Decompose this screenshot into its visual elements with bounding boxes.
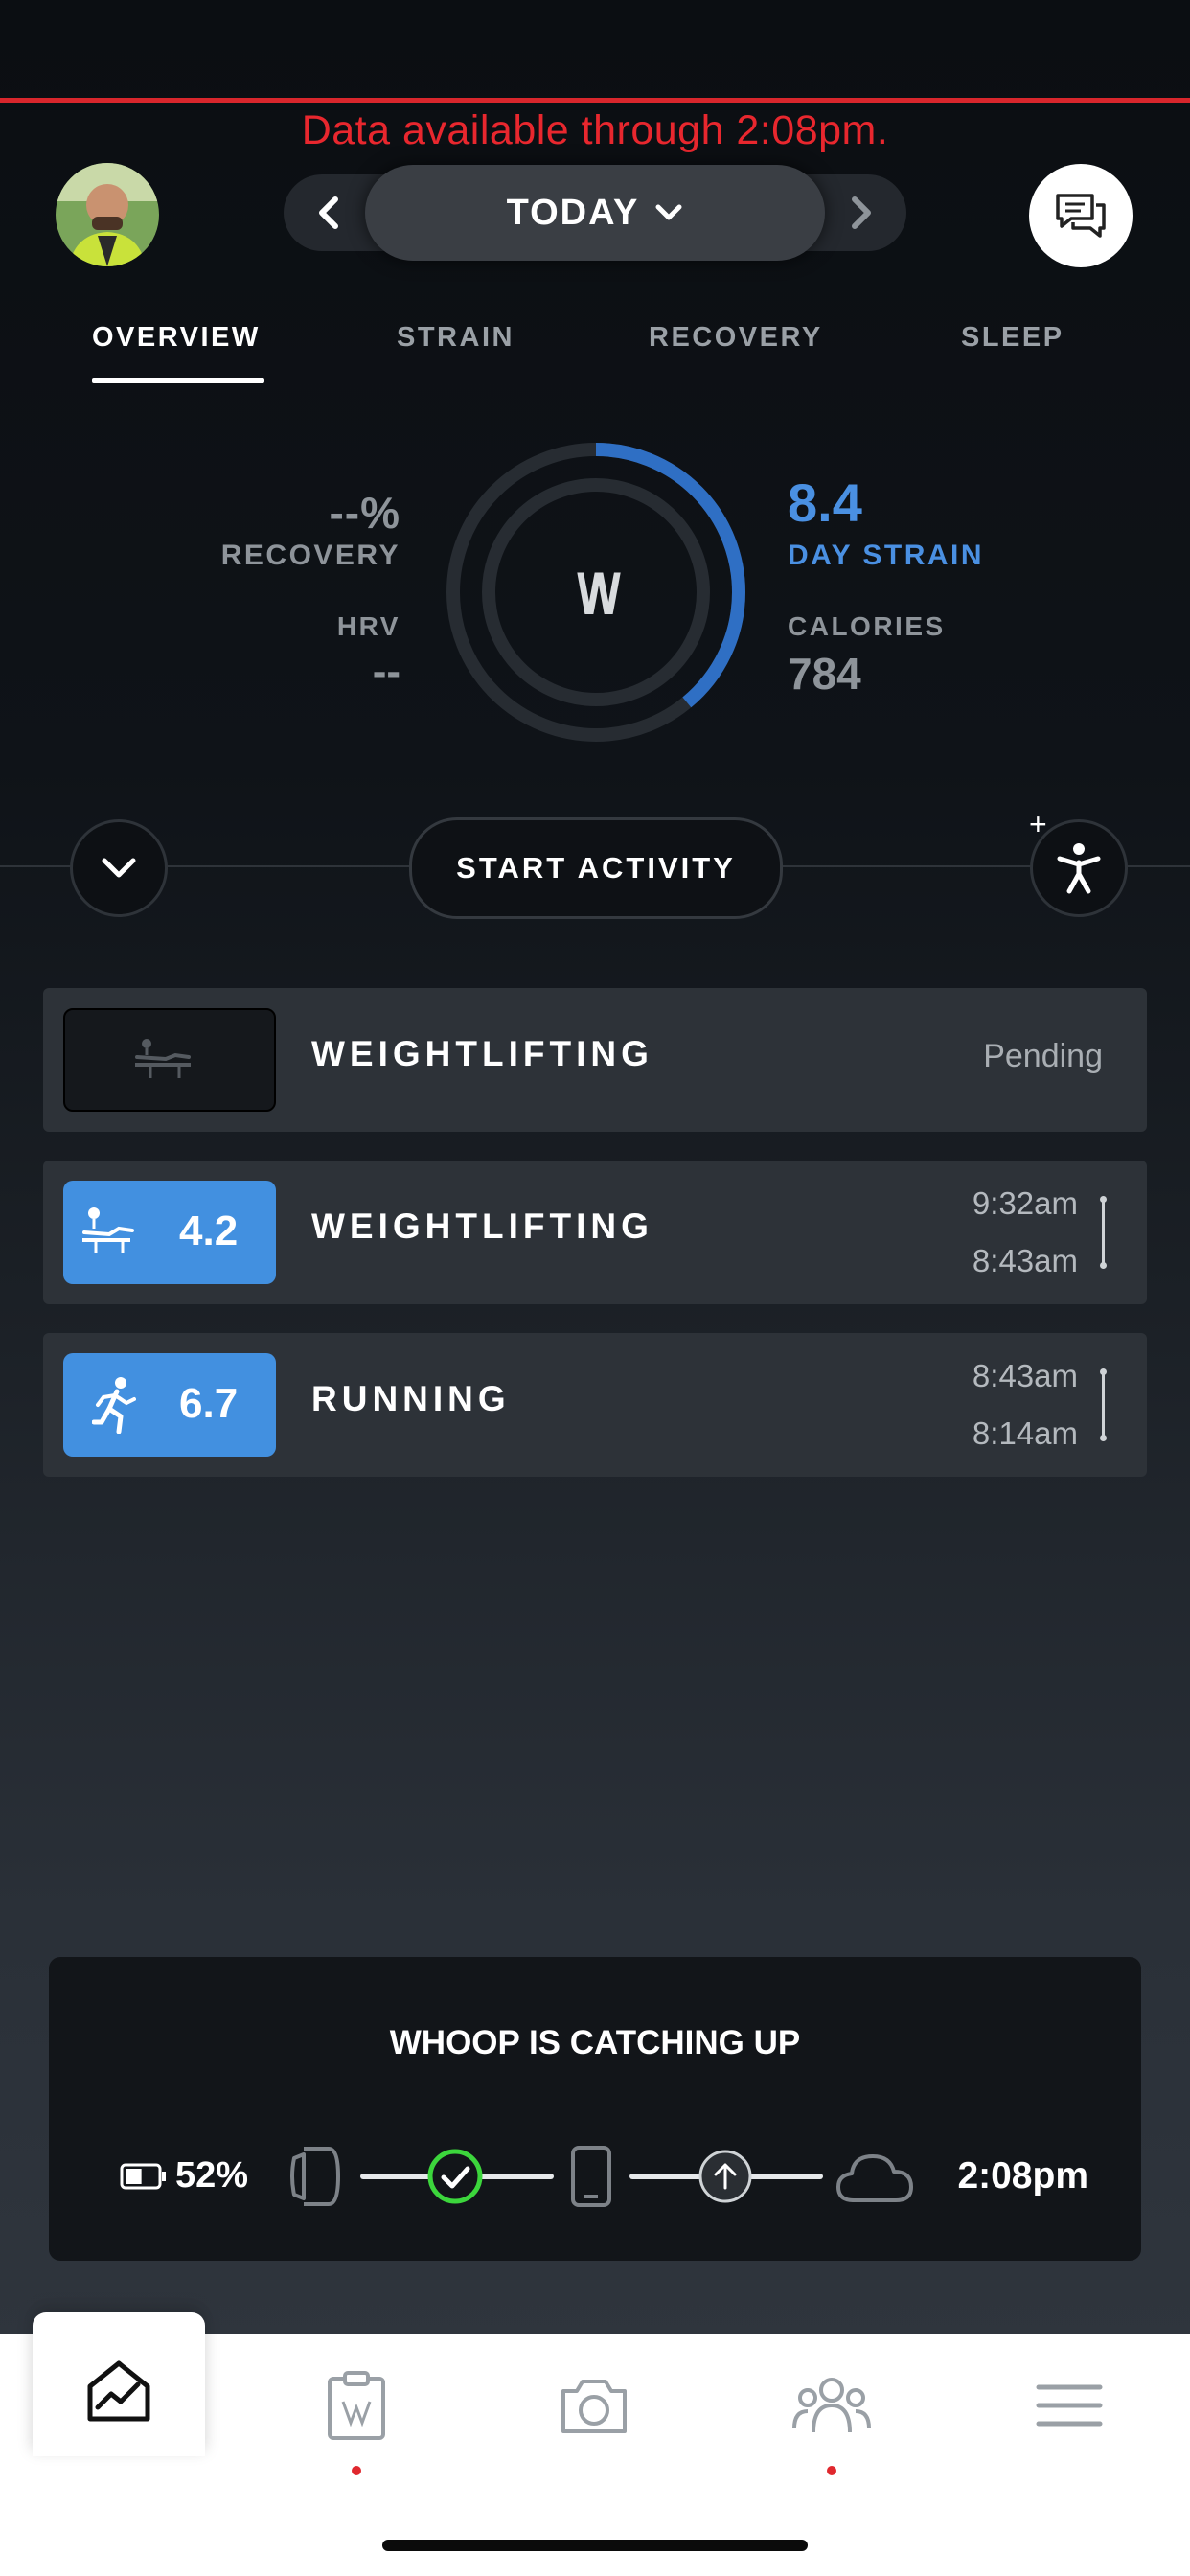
home-indicator — [382, 2540, 808, 2551]
tab-overview[interactable]: OVERVIEW — [92, 322, 261, 354]
data-availability-banner: Data available through 2:08pm. — [301, 107, 889, 153]
sync-title: WHOOP IS CATCHING UP — [389, 2024, 801, 2061]
weightlifting-icon — [135, 1039, 191, 1078]
strain-ring[interactable]: \/\/ — [443, 439, 749, 746]
activity-card-weightlifting[interactable]: 4.2 WEIGHTLIFTING 9:32am 8:43am — [43, 1161, 1147, 1304]
journal-notification-dot — [352, 2466, 361, 2475]
start-activity-button[interactable]: START ACTIVITY — [409, 817, 783, 919]
status-divider — [0, 98, 1190, 103]
phone-icon — [571, 2146, 611, 2207]
next-day-button[interactable] — [828, 174, 895, 251]
active-tab-indicator — [92, 378, 264, 383]
activity-name: WEIGHTLIFTING — [311, 1034, 653, 1073]
hrv-label: HRV — [336, 611, 400, 641]
menu-icon — [1036, 2384, 1103, 2426]
home-icon — [87, 2360, 150, 2422]
activity-status: Pending — [983, 1038, 1103, 1074]
time-range-line — [1100, 1368, 1107, 1441]
chevron-left-icon — [319, 196, 338, 229]
date-dropdown[interactable]: TODAY — [365, 165, 825, 261]
recovery-label: RECOVERY — [220, 540, 400, 571]
date-label: TODAY — [506, 192, 640, 233]
journal-icon — [328, 2371, 385, 2440]
tab-sleep[interactable]: SLEEP — [961, 322, 1064, 354]
cloud-icon — [836, 2154, 913, 2202]
add-icon: + — [1029, 807, 1047, 841]
hrv-value: -- — [372, 648, 400, 695]
chevron-down-icon — [102, 858, 136, 878]
strap-icon — [290, 2147, 341, 2206]
activity-badge: 4.2 — [63, 1181, 276, 1284]
activity-name: WEIGHTLIFTING — [311, 1207, 653, 1246]
activity-card-running[interactable]: 6.7 RUNNING 8:43am 8:14am — [43, 1333, 1147, 1477]
activity-end-time: 9:32am — [972, 1185, 1078, 1221]
chevron-right-icon — [852, 196, 871, 229]
check-icon — [427, 2149, 483, 2204]
tab-recovery[interactable]: RECOVERY — [649, 322, 823, 354]
strain-label: DAY STRAIN — [788, 540, 985, 571]
strain-value: 8.4 — [788, 472, 862, 533]
chat-icon — [1056, 194, 1106, 238]
activity-end-time: 8:43am — [972, 1358, 1078, 1393]
activity-badge: 6.7 — [63, 1353, 276, 1457]
camera-icon — [561, 2380, 627, 2433]
weightlifting-icon — [82, 1208, 134, 1254]
expand-button[interactable] — [70, 819, 168, 917]
whoop-logo: \/\/ — [577, 564, 621, 626]
chat-button[interactable] — [1029, 164, 1133, 267]
nav-journal[interactable] — [309, 2358, 404, 2453]
community-icon — [792, 2378, 871, 2433]
activity-strain: 6.7 — [179, 1380, 239, 1427]
activity-card-pending[interactable]: WEIGHTLIFTING Pending — [43, 988, 1147, 1132]
activity-name: RUNNING — [311, 1379, 511, 1418]
activity-start-time: 8:14am — [972, 1415, 1078, 1451]
nav-community[interactable] — [784, 2358, 880, 2453]
previous-day-button[interactable] — [295, 174, 362, 251]
battery-icon — [120, 2163, 166, 2190]
person-icon — [1057, 843, 1101, 894]
upload-icon — [698, 2150, 752, 2203]
nav-menu[interactable] — [1021, 2358, 1117, 2453]
sync-time: 2:08pm — [957, 2155, 1088, 2196]
sync-status-panel: WHOOP IS CATCHING UP 52% 2:08pm — [49, 1957, 1141, 2261]
community-notification-dot — [827, 2466, 836, 2475]
tab-strain[interactable]: STRAIN — [397, 322, 515, 354]
chevron-down-icon — [655, 204, 682, 220]
nav-camera[interactable] — [546, 2358, 642, 2453]
calories-label: CALORIES — [788, 611, 946, 641]
activity-strain: 4.2 — [179, 1208, 239, 1254]
activity-badge — [63, 1008, 276, 1112]
activity-start-time: 8:43am — [972, 1243, 1078, 1278]
time-range-line — [1100, 1196, 1107, 1269]
recovery-value: --% — [329, 488, 400, 538]
nav-home[interactable] — [71, 2342, 167, 2438]
avatar[interactable] — [56, 163, 159, 266]
battery-percent: 52% — [175, 2155, 249, 2196]
calories-value: 784 — [788, 649, 861, 699]
running-icon — [92, 1377, 136, 1434]
